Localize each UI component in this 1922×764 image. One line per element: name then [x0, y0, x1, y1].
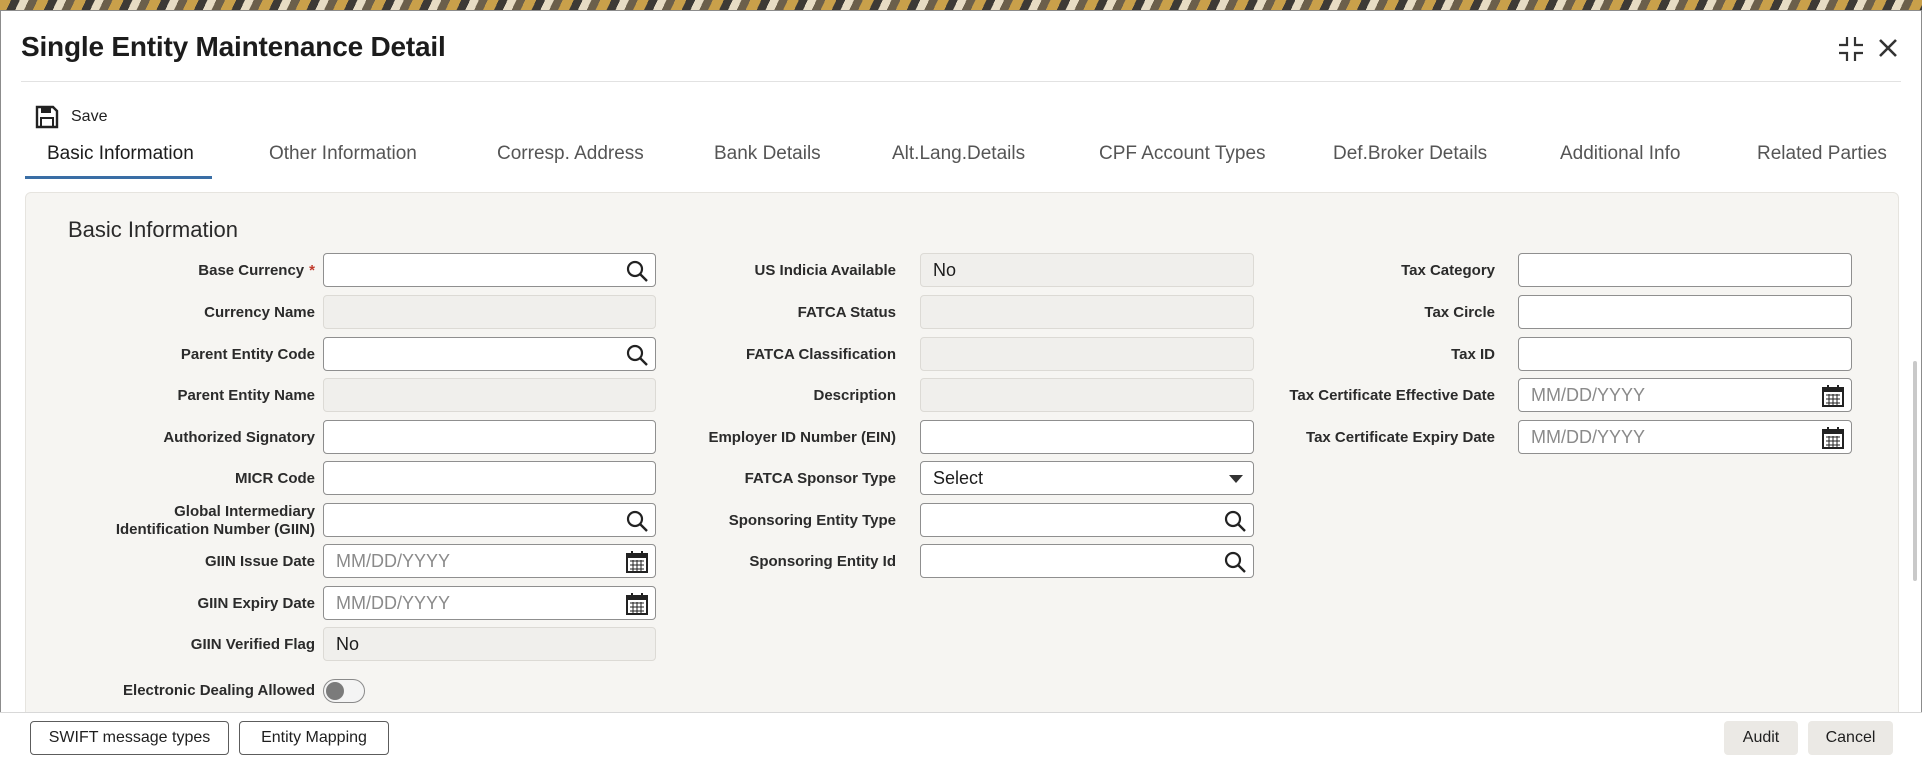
giin-verified-flag-label: GIIN Verified Flag — [190, 636, 315, 653]
electronic-dealing-toggle[interactable] — [323, 679, 365, 703]
search-icon[interactable] — [1223, 509, 1247, 533]
form-panel: Basic Information Base Currency * Currenc… — [25, 192, 1899, 722]
currency-name-field — [323, 295, 656, 329]
tax-id-input[interactable] — [1518, 337, 1852, 371]
chevron-down-icon — [1229, 475, 1243, 483]
tab-cpf-account-types[interactable]: CPF Account Types — [1099, 143, 1266, 165]
toggle-knob — [326, 682, 344, 700]
giin-expiry-date-input[interactable]: MM/DD/YYYY — [323, 586, 656, 620]
tax-circle-input[interactable] — [1518, 295, 1852, 329]
giin-input[interactable] — [323, 503, 656, 537]
save-icon — [35, 105, 59, 129]
calendar-icon[interactable] — [625, 592, 649, 616]
sponsoring-entity-id-input[interactable] — [920, 544, 1254, 578]
minimize-icon[interactable] — [1837, 35, 1865, 70]
search-icon[interactable] — [625, 343, 649, 367]
cancel-button[interactable]: Cancel — [1808, 721, 1893, 755]
base-currency-label: Base Currency * — [198, 262, 315, 279]
tax-circle-label: Tax Circle — [1424, 304, 1495, 321]
sponsoring-entity-type-input[interactable] — [920, 503, 1254, 537]
micr-code-label: MICR Code — [235, 470, 315, 487]
electronic-dealing-label: Electronic Dealing Allowed — [123, 682, 315, 699]
fatca-classification-field — [920, 337, 1254, 371]
footer-bar: SWIFT message types Entity Mapping Audit… — [0, 712, 1922, 764]
save-label: Save — [71, 108, 108, 125]
tab-def-broker-details[interactable]: Def.Broker Details — [1333, 143, 1487, 165]
search-icon[interactable] — [625, 259, 649, 283]
tab-related-parties[interactable]: Related Parties — [1757, 143, 1887, 165]
description-label: Description — [813, 387, 896, 404]
active-tab-indicator — [25, 176, 212, 179]
required-marker: * — [309, 262, 315, 279]
fatca-status-field — [920, 295, 1254, 329]
tax-category-label: Tax Category — [1401, 262, 1495, 279]
parent-entity-code-label: Parent Entity Code — [180, 346, 315, 363]
us-indicia-field: No — [920, 253, 1254, 287]
dialog-window: Single Entity Maintenance Detail Save Ba… — [0, 10, 1922, 764]
title-divider — [21, 81, 1901, 82]
tax-id-label: Tax ID — [1451, 346, 1495, 363]
tax-cert-expiry-label: Tax Certificate Expiry Date — [1306, 429, 1495, 446]
tax-category-input[interactable] — [1518, 253, 1852, 287]
parent-entity-name-field — [323, 378, 656, 412]
sponsoring-entity-type-label: Sponsoring Entity Type — [728, 512, 896, 529]
authorized-signatory-input[interactable] — [323, 420, 656, 454]
authorized-signatory-label: Authorized Signatory — [163, 429, 315, 446]
calendar-icon[interactable] — [625, 550, 649, 574]
fatca-sponsor-type-select[interactable]: Select — [920, 461, 1254, 495]
parent-entity-code-input[interactable] — [323, 337, 656, 371]
employer-id-label: Employer ID Number (EIN) — [708, 429, 896, 446]
tab-additional-info[interactable]: Additional Info — [1560, 143, 1680, 165]
parent-entity-name-label: Parent Entity Name — [177, 387, 315, 404]
tax-cert-effective-input[interactable]: MM/DD/YYYY — [1518, 378, 1852, 412]
base-currency-input[interactable] — [323, 253, 656, 287]
giin-expiry-date-label: GIIN Expiry Date — [197, 595, 315, 612]
entity-mapping-button[interactable]: Entity Mapping — [239, 721, 389, 755]
calendar-icon[interactable] — [1821, 384, 1845, 408]
search-icon[interactable] — [625, 509, 649, 533]
fatca-classification-label: FATCA Classification — [745, 346, 896, 363]
vertical-scrollbar[interactable] — [1913, 361, 1917, 581]
giin-label: Global Intermediary Identification Numbe… — [115, 503, 315, 538]
employer-id-input[interactable] — [920, 420, 1254, 454]
search-icon[interactable] — [1223, 550, 1247, 574]
tab-other-information[interactable]: Other Information — [269, 143, 417, 165]
tax-cert-effective-label: Tax Certificate Effective Date — [1289, 387, 1495, 404]
giin-issue-date-label: GIIN Issue Date — [204, 553, 315, 570]
tab-bar: Basic Information Other Information Corr… — [25, 143, 1905, 181]
micr-code-input[interactable] — [323, 461, 656, 495]
audit-button[interactable]: Audit — [1724, 721, 1798, 755]
fatca-status-label: FATCA Status — [797, 304, 896, 321]
swift-message-types-button[interactable]: SWIFT message types — [30, 721, 229, 755]
currency-name-label: Currency Name — [204, 304, 315, 321]
tab-basic-information[interactable]: Basic Information — [47, 143, 194, 165]
us-indicia-label: US Indicia Available — [754, 262, 896, 279]
tax-cert-expiry-input[interactable]: MM/DD/YYYY — [1518, 420, 1852, 454]
sponsoring-entity-id-label: Sponsoring Entity Id — [749, 553, 896, 570]
giin-issue-date-input[interactable]: MM/DD/YYYY — [323, 544, 656, 578]
page-title: Single Entity Maintenance Detail — [21, 31, 446, 62]
tab-bank-details[interactable]: Bank Details — [714, 143, 821, 165]
calendar-icon[interactable] — [1821, 426, 1845, 450]
tab-corresp-address[interactable]: Corresp. Address — [497, 143, 644, 165]
save-button[interactable]: Save — [35, 105, 107, 129]
giin-verified-flag-field: No — [323, 627, 656, 661]
close-icon[interactable] — [1875, 35, 1901, 68]
tab-alt-lang-details[interactable]: Alt.Lang.Details — [892, 143, 1025, 165]
fatca-sponsor-type-label: FATCA Sponsor Type — [744, 470, 896, 487]
section-title: Basic Information — [68, 217, 238, 242]
description-field — [920, 378, 1254, 412]
